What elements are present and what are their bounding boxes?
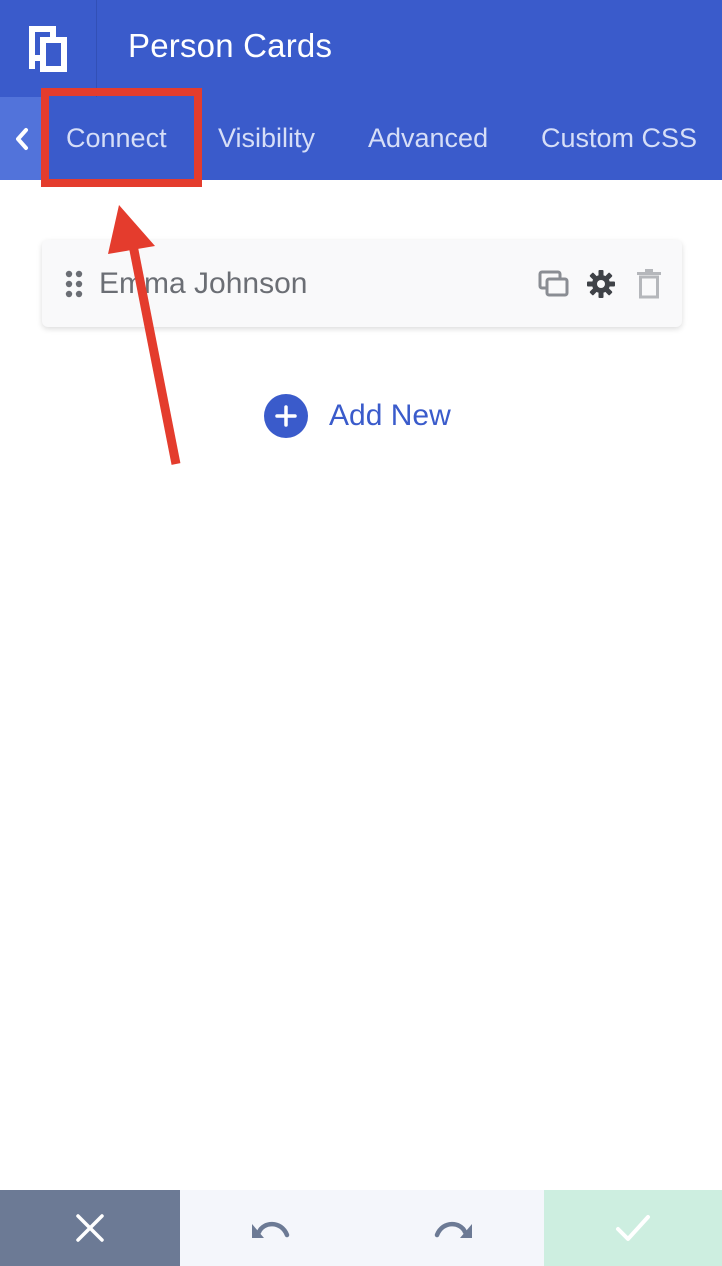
tab-visibility[interactable]: Visibility (218, 97, 315, 180)
app: Person Cards Connect Visibility Advanced… (0, 0, 722, 1266)
list-item-label: Emma Johnson (99, 267, 308, 300)
cancel-button[interactable] (0, 1190, 180, 1266)
logo-button[interactable] (0, 0, 97, 97)
settings-button[interactable] (585, 268, 617, 300)
add-new-label: Add New (329, 399, 451, 432)
gear-icon (587, 270, 615, 298)
undo-icon (252, 1221, 290, 1238)
panel-title: Person Cards (128, 27, 333, 64)
drag-handle-icon[interactable] (64, 270, 84, 298)
trash-icon (637, 269, 661, 299)
delete-button[interactable] (633, 268, 665, 300)
undo-button[interactable] (180, 1190, 362, 1266)
tab-connect[interactable]: Connect (66, 97, 167, 180)
add-new-button[interactable]: Add New (264, 394, 451, 438)
save-button[interactable] (544, 1190, 722, 1266)
annotation-arrow-icon (108, 205, 181, 465)
check-icon (616, 1215, 650, 1241)
redo-button[interactable] (362, 1190, 544, 1266)
duplicate-button[interactable] (538, 268, 570, 300)
brand-logo-icon (29, 25, 67, 72)
redo-icon (434, 1221, 472, 1238)
close-icon (76, 1214, 104, 1242)
plus-icon (264, 394, 308, 438)
tabs-scroll-left-button[interactable] (0, 97, 44, 180)
tab-bar: Connect Visibility Advanced Custom CSS (0, 97, 722, 180)
list-item[interactable]: Emma Johnson (42, 240, 682, 327)
header-bar: Person Cards (0, 0, 722, 97)
footer-bar (0, 1190, 722, 1266)
tab-custom-css[interactable]: Custom CSS (541, 97, 697, 180)
chevron-left-icon (16, 127, 28, 150)
tab-advanced[interactable]: Advanced (368, 97, 488, 180)
duplicate-icon (538, 270, 569, 297)
